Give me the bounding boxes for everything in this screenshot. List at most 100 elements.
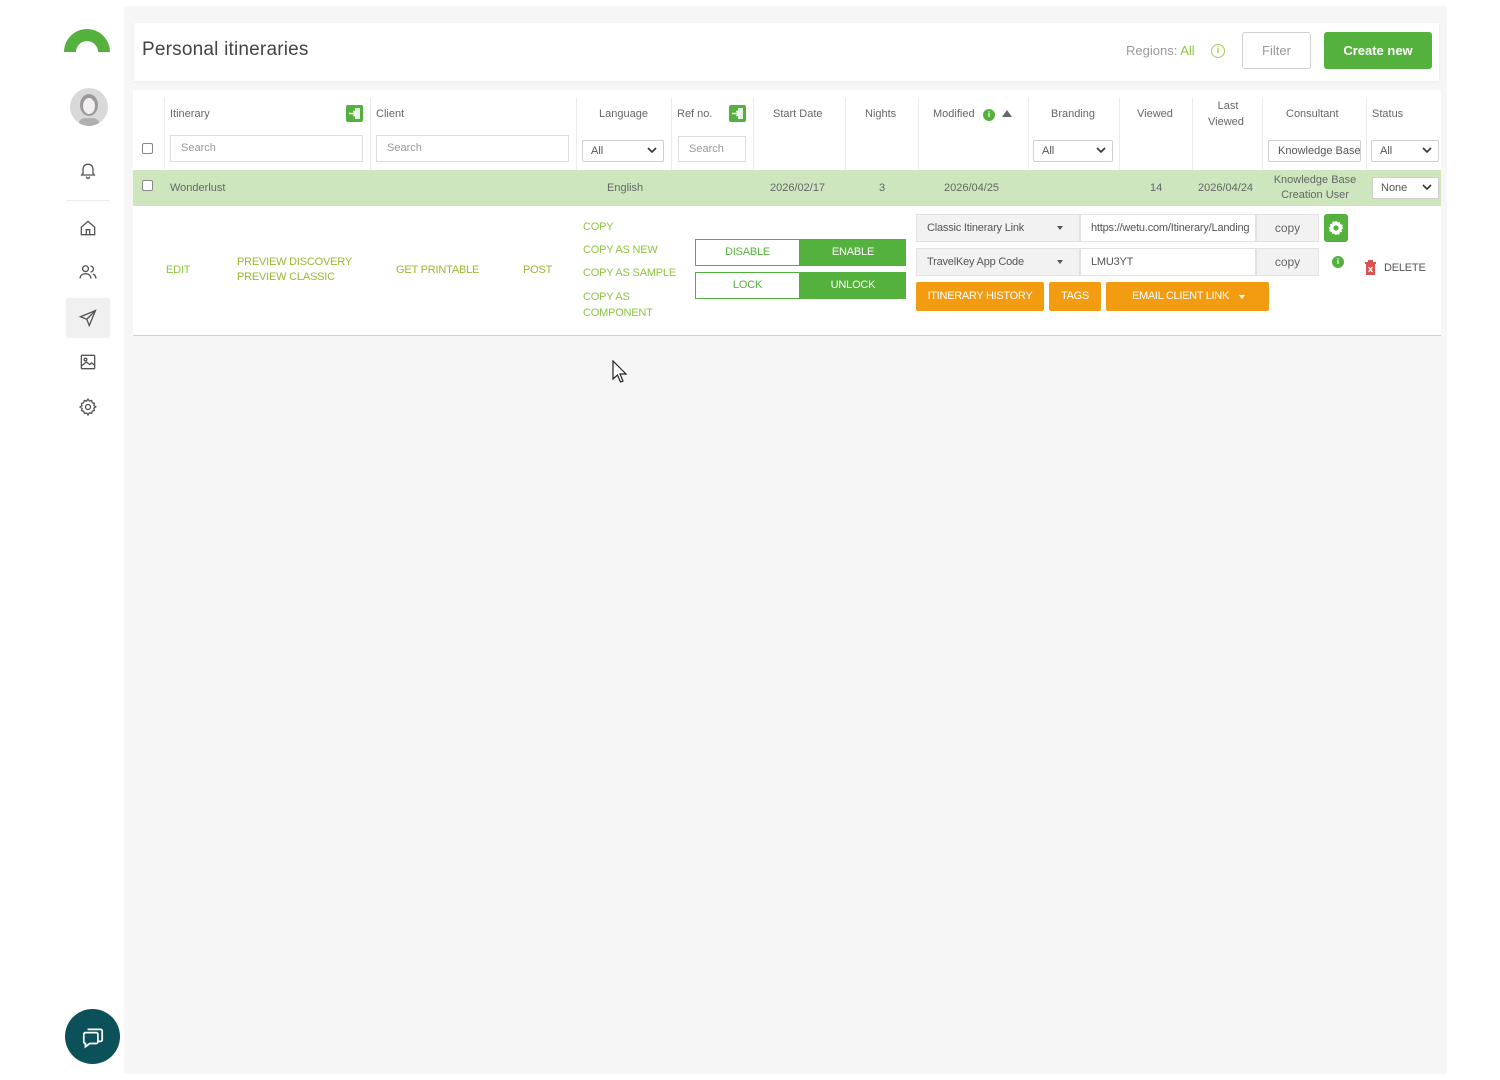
copy-as-new-link[interactable]: COPY AS NEW	[583, 243, 658, 257]
last-viewed-line-1: Last	[1217, 100, 1239, 112]
caret-down-icon	[1057, 226, 1063, 230]
client-search-input[interactable]: Search	[376, 135, 569, 162]
ref-search-input[interactable]: Search	[678, 136, 746, 162]
create-new-button[interactable]: Create new	[1324, 32, 1432, 69]
modified-info-icon[interactable]: i	[983, 109, 995, 121]
sidebar	[0, 0, 124, 1080]
link-type-select[interactable]: Classic Itinerary Link	[916, 214, 1080, 242]
row-last-viewed: 2026/04/24	[1198, 182, 1254, 194]
row-status-select[interactable]: None	[1372, 177, 1439, 199]
notifications-bell-icon[interactable]	[66, 150, 110, 190]
unlock-button[interactable]: UNLOCK	[800, 272, 906, 299]
column-divider	[576, 98, 577, 170]
lock-button[interactable]: LOCK	[695, 272, 800, 299]
row-start-date: 2026/02/17	[770, 182, 826, 194]
column-header-branding[interactable]: Branding	[1051, 107, 1095, 121]
sort-ascending-icon[interactable]	[1002, 110, 1012, 117]
avatar[interactable]	[70, 88, 108, 126]
consultant-select-value: Knowledge Base	[1278, 145, 1361, 157]
home-icon[interactable]	[66, 208, 110, 248]
regions-info-icon[interactable]: i	[1211, 44, 1225, 58]
chat-support-button[interactable]	[65, 1009, 120, 1064]
status-filter-select[interactable]: All	[1371, 140, 1439, 162]
chevron-down-icon	[1096, 147, 1106, 154]
column-divider	[1028, 98, 1029, 170]
link-type-value: Classic Itinerary Link	[927, 222, 1025, 234]
disable-button[interactable]: DISABLE	[695, 239, 800, 266]
itinerary-link-field[interactable]: https://wetu.com/Itinerary/Landing	[1080, 214, 1256, 242]
delete-label: DELETE	[1384, 262, 1426, 274]
code-type-select[interactable]: TravelKey App Code	[916, 248, 1080, 276]
copy-link[interactable]: COPY	[583, 220, 614, 234]
branding-select[interactable]: All	[1033, 140, 1113, 162]
chevron-down-icon	[647, 147, 657, 154]
column-header-language[interactable]: Language	[599, 107, 648, 121]
language-select[interactable]: All	[582, 140, 664, 162]
regions-label: Regions:	[1126, 43, 1178, 58]
column-divider	[1192, 98, 1193, 170]
filter-button[interactable]: Filter	[1242, 32, 1311, 69]
row-consultant: Knowledge Base Creation User	[1269, 173, 1361, 203]
enable-button[interactable]: ENABLE	[800, 239, 906, 266]
column-header-ref-no[interactable]: Ref no.	[677, 107, 712, 121]
mouse-cursor-icon	[612, 360, 628, 383]
itinerary-export-icon[interactable]	[346, 105, 363, 122]
page-header: Personal itineraries Regions: All i Filt…	[134, 23, 1439, 81]
column-header-start-date[interactable]: Start Date	[773, 107, 823, 121]
column-header-nights[interactable]: Nights	[865, 107, 896, 121]
tags-button[interactable]: TAGS	[1049, 282, 1101, 311]
get-printable-link[interactable]: GET PRINTABLE	[396, 263, 479, 277]
edit-link[interactable]: EDIT	[166, 263, 190, 277]
itineraries-send-icon[interactable]	[66, 298, 110, 338]
ref-export-icon[interactable]	[729, 105, 746, 122]
sidebar-divider	[66, 200, 110, 201]
email-client-link-button[interactable]: EMAIL CLIENT LINK	[1106, 282, 1269, 311]
row-itinerary-name[interactable]: Wonderlust	[170, 181, 225, 195]
wetu-logo[interactable]	[62, 26, 112, 54]
row-status-value: None	[1381, 182, 1408, 194]
app-code-info-icon[interactable]: i	[1332, 256, 1344, 268]
settings-gear-icon[interactable]	[66, 387, 110, 427]
row-nights: 3	[879, 182, 886, 194]
table-row[interactable]: Wonderlust English 2026/02/17 3 2026/04/…	[133, 170, 1441, 206]
users-icon[interactable]	[66, 252, 110, 292]
media-image-icon[interactable]	[66, 342, 110, 382]
column-divider	[1262, 98, 1263, 170]
column-header-itinerary[interactable]: Itinerary	[170, 107, 210, 121]
consultant-select[interactable]: Knowledge Base	[1268, 140, 1361, 162]
copy-link-button[interactable]: copy	[1256, 214, 1319, 242]
column-divider	[671, 98, 672, 170]
preview-discovery-link[interactable]: PREVIEW DISCOVERY	[237, 255, 352, 269]
column-header-last-viewed[interactable]: Last	[1217, 99, 1239, 113]
copy-as-component-line-2: COMPONENT	[583, 307, 653, 319]
itinerary-history-button[interactable]: ITINERARY HISTORY	[916, 282, 1044, 311]
caret-down-icon	[1239, 295, 1245, 299]
regions-filter[interactable]: Regions: All	[1126, 43, 1195, 58]
link-settings-button[interactable]	[1324, 214, 1348, 242]
row-consultant-line-2: Creation User	[1281, 189, 1349, 201]
column-header-consultant[interactable]: Consultant	[1286, 107, 1339, 121]
column-divider	[1119, 98, 1120, 170]
column-header-modified[interactable]: Modified	[933, 107, 975, 121]
app-code-field[interactable]: LMU3YT	[1080, 248, 1256, 276]
copy-as-component-link[interactable]: COPY AS COMPONENT	[583, 290, 653, 320]
main-content: Personal itineraries Regions: All i Filt…	[124, 6, 1447, 1074]
copy-code-button[interactable]: copy	[1256, 248, 1319, 276]
row-checkbox[interactable]	[142, 180, 153, 191]
caret-down-icon	[1057, 260, 1063, 264]
regions-value[interactable]: All	[1180, 43, 1194, 58]
copy-as-sample-link[interactable]: COPY AS SAMPLE	[583, 266, 676, 280]
column-divider	[918, 98, 919, 170]
column-header-viewed[interactable]: Viewed	[1137, 107, 1173, 121]
page-title: Personal itineraries	[142, 39, 309, 60]
column-divider	[370, 98, 371, 170]
preview-classic-link[interactable]: PREVIEW CLASSIC	[237, 270, 335, 284]
select-all-checkbox[interactable]	[142, 143, 153, 154]
itinerary-search-input[interactable]: Search	[170, 135, 363, 162]
column-header-status[interactable]: Status	[1372, 107, 1403, 121]
row-viewed: 14	[1150, 182, 1163, 194]
code-type-value: TravelKey App Code	[927, 256, 1024, 268]
itineraries-table: Itinerary Client Language Ref no. Start …	[133, 90, 1441, 336]
column-header-client[interactable]: Client	[376, 107, 404, 121]
post-link[interactable]: POST	[523, 263, 552, 277]
